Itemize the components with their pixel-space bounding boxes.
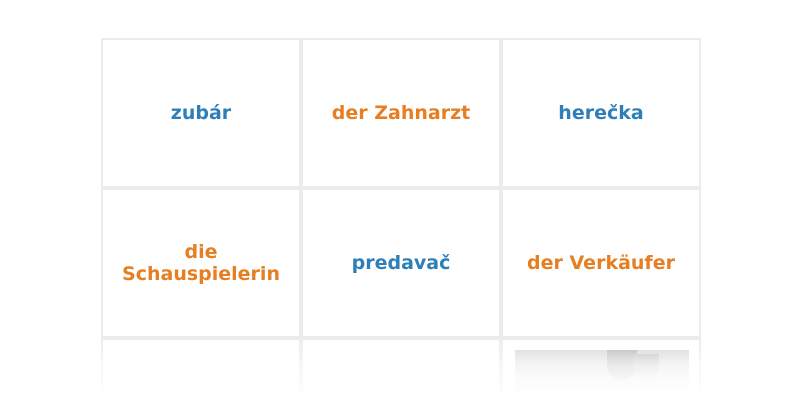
memory-game-board: zubár der Zahnarzt herečka die Schauspie… — [0, 0, 800, 400]
card-der-verkaufer[interactable]: der Verkäufer — [501, 188, 701, 338]
card-empty-2[interactable] — [301, 338, 501, 400]
photo-shape — [633, 354, 659, 378]
card-die-schauspielerin[interactable]: die Schauspielerin — [101, 188, 301, 338]
card-grid: zubár der Zahnarzt herečka die Schauspie… — [101, 38, 701, 338]
card-herecka[interactable]: herečka — [501, 38, 701, 188]
card-empty-1[interactable] — [101, 338, 301, 400]
card-photo — [515, 350, 689, 400]
card-grid-row-3 — [101, 338, 701, 400]
card-image[interactable] — [501, 338, 701, 400]
card-zubar[interactable]: zubár — [101, 38, 301, 188]
card-predavac[interactable]: predavač — [301, 188, 501, 338]
card-der-zahnarzt[interactable]: der Zahnarzt — [301, 38, 501, 188]
